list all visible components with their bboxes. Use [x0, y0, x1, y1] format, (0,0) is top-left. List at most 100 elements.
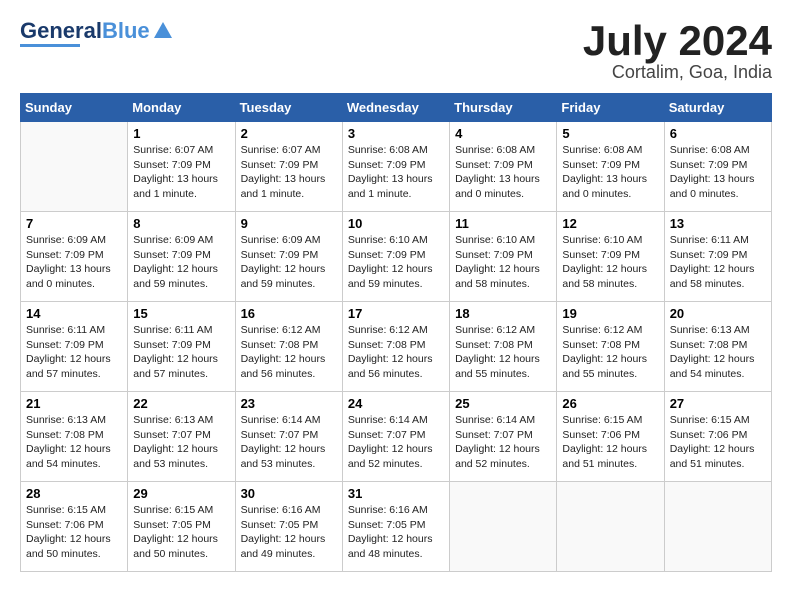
day-number: 21 — [26, 396, 122, 411]
day-info: Sunrise: 6:12 AMSunset: 7:08 PMDaylight:… — [241, 323, 337, 382]
day-number: 17 — [348, 306, 444, 321]
day-number: 9 — [241, 216, 337, 231]
calendar-cell: 16Sunrise: 6:12 AMSunset: 7:08 PMDayligh… — [235, 302, 342, 392]
day-info: Sunrise: 6:13 AMSunset: 7:08 PMDaylight:… — [670, 323, 766, 382]
day-info: Sunrise: 6:10 AMSunset: 7:09 PMDaylight:… — [348, 233, 444, 292]
day-info: Sunrise: 6:12 AMSunset: 7:08 PMDaylight:… — [455, 323, 551, 382]
day-number: 4 — [455, 126, 551, 141]
weekday-header: Friday — [557, 94, 664, 122]
calendar-cell: 2 Sunrise: 6:07 AMSunset: 7:09 PMDaylight… — [235, 122, 342, 212]
calendar-week-row: 21 Sunrise: 6:13 AMSunset: 7:08 PMDayligh… — [21, 392, 772, 482]
logo-text: GeneralBlue — [20, 20, 150, 42]
month-title: July 2024 — [583, 20, 772, 62]
calendar-cell: 12Sunrise: 6:10 AMSunset: 7:09 PMDayligh… — [557, 212, 664, 302]
day-number: 5 — [562, 126, 658, 141]
calendar-cell — [557, 482, 664, 572]
calendar-cell: 3 Sunrise: 6:08 AMSunset: 7:09 PMDaylight… — [342, 122, 449, 212]
day-info: Sunrise: 6:09 AMSunset: 7:09 PMDaylight:… — [241, 233, 337, 292]
calendar-cell: 10 Sunrise: 6:10 AMSunset: 7:09 PMDayligh… — [342, 212, 449, 302]
day-info: Sunrise: 6:15 AMSunset: 7:06 PMDaylight:… — [562, 413, 658, 472]
calendar-cell — [450, 482, 557, 572]
calendar-cell: 8 Sunrise: 6:09 AMSunset: 7:09 PMDaylight… — [128, 212, 235, 302]
day-number: 23 — [241, 396, 337, 411]
weekday-header: Saturday — [664, 94, 771, 122]
location: Cortalim, Goa, India — [583, 62, 772, 83]
logo-icon — [152, 20, 174, 42]
calendar-cell: 19Sunrise: 6:12 AMSunset: 7:08 PMDayligh… — [557, 302, 664, 392]
weekday-header: Monday — [128, 94, 235, 122]
day-number: 18 — [455, 306, 551, 321]
day-info: Sunrise: 6:11 AMSunset: 7:09 PMDaylight:… — [26, 323, 122, 382]
day-info: Sunrise: 6:11 AMSunset: 7:09 PMDaylight:… — [670, 233, 766, 292]
day-info: Sunrise: 6:07 AMSunset: 7:09 PMDaylight:… — [133, 143, 229, 202]
calendar-cell: 25 Sunrise: 6:14 AMSunset: 7:07 PMDayligh… — [450, 392, 557, 482]
calendar-cell: 30Sunrise: 6:16 AMSunset: 7:05 PMDayligh… — [235, 482, 342, 572]
calendar-week-row: 28 Sunrise: 6:15 AMSunset: 7:06 PMDayligh… — [21, 482, 772, 572]
day-number: 28 — [26, 486, 122, 501]
day-info: Sunrise: 6:11 AMSunset: 7:09 PMDaylight:… — [133, 323, 229, 382]
calendar-cell: 26 Sunrise: 6:15 AMSunset: 7:06 PMDayligh… — [557, 392, 664, 482]
calendar-cell: 29Sunrise: 6:15 AMSunset: 7:05 PMDayligh… — [128, 482, 235, 572]
day-number: 31 — [348, 486, 444, 501]
calendar-cell: 27Sunrise: 6:15 AMSunset: 7:06 PMDayligh… — [664, 392, 771, 482]
logo-bar — [20, 44, 80, 47]
day-info: Sunrise: 6:15 AMSunset: 7:05 PMDaylight:… — [133, 503, 229, 562]
day-info: Sunrise: 6:16 AMSunset: 7:05 PMDaylight:… — [348, 503, 444, 562]
calendar-cell: 11 Sunrise: 6:10 AMSunset: 7:09 PMDayligh… — [450, 212, 557, 302]
title-area: July 2024 Cortalim, Goa, India — [583, 20, 772, 83]
day-number: 20 — [670, 306, 766, 321]
day-number: 11 — [455, 216, 551, 231]
day-info: Sunrise: 6:08 AMSunset: 7:09 PMDaylight:… — [455, 143, 551, 202]
weekday-header: Thursday — [450, 94, 557, 122]
day-number: 30 — [241, 486, 337, 501]
logo: GeneralBlue — [20, 20, 174, 47]
calendar-cell: 24Sunrise: 6:14 AMSunset: 7:07 PMDayligh… — [342, 392, 449, 482]
day-number: 1 — [133, 126, 229, 141]
day-number: 6 — [670, 126, 766, 141]
calendar-cell: 18 Sunrise: 6:12 AMSunset: 7:08 PMDayligh… — [450, 302, 557, 392]
day-number: 3 — [348, 126, 444, 141]
day-number: 19 — [562, 306, 658, 321]
day-info: Sunrise: 6:14 AMSunset: 7:07 PMDaylight:… — [455, 413, 551, 472]
day-info: Sunrise: 6:12 AMSunset: 7:08 PMDaylight:… — [348, 323, 444, 382]
day-info: Sunrise: 6:09 AMSunset: 7:09 PMDaylight:… — [133, 233, 229, 292]
day-number: 24 — [348, 396, 444, 411]
page-header: GeneralBlue July 2024 Cortalim, Goa, Ind… — [20, 20, 772, 83]
calendar-cell — [664, 482, 771, 572]
calendar-cell: 1 Sunrise: 6:07 AMSunset: 7:09 PMDaylight… — [128, 122, 235, 212]
calendar-cell: 4 Sunrise: 6:08 AMSunset: 7:09 PMDaylight… — [450, 122, 557, 212]
day-info: Sunrise: 6:10 AMSunset: 7:09 PMDaylight:… — [562, 233, 658, 292]
calendar-cell: 28 Sunrise: 6:15 AMSunset: 7:06 PMDayligh… — [21, 482, 128, 572]
calendar-cell: 6Sunrise: 6:08 AMSunset: 7:09 PMDaylight… — [664, 122, 771, 212]
calendar-cell: 31 Sunrise: 6:16 AMSunset: 7:05 PMDayligh… — [342, 482, 449, 572]
calendar-cell: 23Sunrise: 6:14 AMSunset: 7:07 PMDayligh… — [235, 392, 342, 482]
day-number: 22 — [133, 396, 229, 411]
day-info: Sunrise: 6:10 AMSunset: 7:09 PMDaylight:… — [455, 233, 551, 292]
day-number: 25 — [455, 396, 551, 411]
calendar-week-row: 7 Sunrise: 6:09 AMSunset: 7:09 PMDaylight… — [21, 212, 772, 302]
calendar-cell: 15 Sunrise: 6:11 AMSunset: 7:09 PMDayligh… — [128, 302, 235, 392]
day-info: Sunrise: 6:15 AMSunset: 7:06 PMDaylight:… — [670, 413, 766, 472]
day-info: Sunrise: 6:08 AMSunset: 7:09 PMDaylight:… — [562, 143, 658, 202]
calendar-cell — [21, 122, 128, 212]
day-info: Sunrise: 6:07 AMSunset: 7:09 PMDaylight:… — [241, 143, 337, 202]
day-number: 15 — [133, 306, 229, 321]
weekday-header: Wednesday — [342, 94, 449, 122]
day-number: 26 — [562, 396, 658, 411]
calendar-cell: 20 Sunrise: 6:13 AMSunset: 7:08 PMDayligh… — [664, 302, 771, 392]
day-number: 10 — [348, 216, 444, 231]
calendar-table: SundayMondayTuesdayWednesdayThursdayFrid… — [20, 93, 772, 572]
day-number: 2 — [241, 126, 337, 141]
calendar-header-row: SundayMondayTuesdayWednesdayThursdayFrid… — [21, 94, 772, 122]
day-number: 8 — [133, 216, 229, 231]
day-info: Sunrise: 6:13 AMSunset: 7:07 PMDaylight:… — [133, 413, 229, 472]
calendar-cell: 22 Sunrise: 6:13 AMSunset: 7:07 PMDayligh… — [128, 392, 235, 482]
day-info: Sunrise: 6:15 AMSunset: 7:06 PMDaylight:… — [26, 503, 122, 562]
day-info: Sunrise: 6:09 AMSunset: 7:09 PMDaylight:… — [26, 233, 122, 292]
calendar-cell: 13 Sunrise: 6:11 AMSunset: 7:09 PMDayligh… — [664, 212, 771, 302]
weekday-header: Tuesday — [235, 94, 342, 122]
day-number: 13 — [670, 216, 766, 231]
day-number: 7 — [26, 216, 122, 231]
day-info: Sunrise: 6:13 AMSunset: 7:08 PMDaylight:… — [26, 413, 122, 472]
day-info: Sunrise: 6:08 AMSunset: 7:09 PMDaylight:… — [348, 143, 444, 202]
